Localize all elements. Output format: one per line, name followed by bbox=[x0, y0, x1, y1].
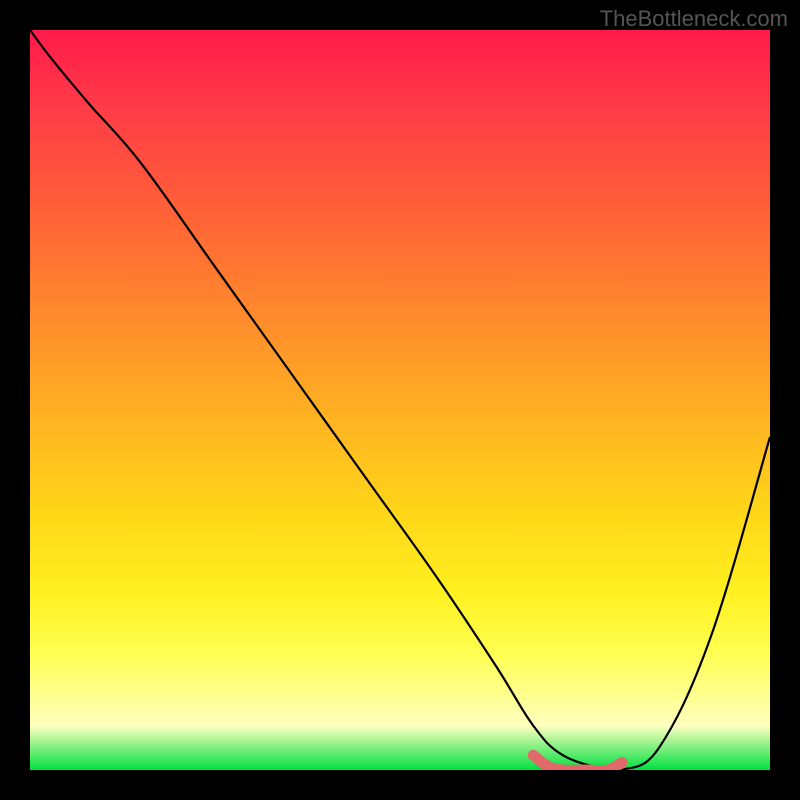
chart-area bbox=[30, 30, 770, 770]
attribution-label: TheBottleneck.com bbox=[600, 6, 788, 32]
bottleneck-curve bbox=[30, 30, 770, 770]
curve-svg bbox=[30, 30, 770, 770]
